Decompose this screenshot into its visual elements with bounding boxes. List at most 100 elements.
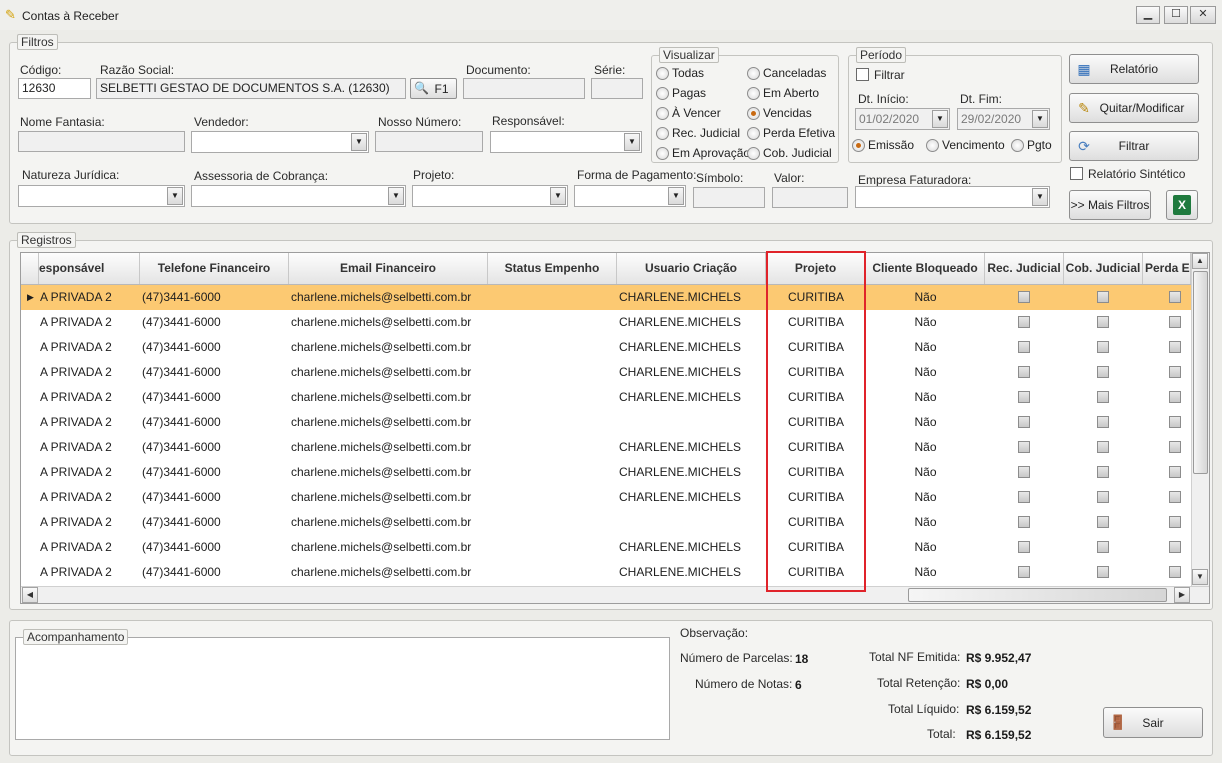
scroll-right-icon[interactable]: ▶ [1174,587,1190,603]
row-checkbox-rec-judicial[interactable] [1018,516,1030,528]
chevron-down-icon[interactable]: ▼ [1032,110,1048,128]
row-checkbox-perda-efetiva[interactable] [1169,291,1181,303]
valor-input[interactable] [772,187,848,208]
chevron-down-icon[interactable]: ▼ [167,187,183,205]
row-checkbox-rec-judicial[interactable] [1018,316,1030,328]
scroll-up-icon[interactable]: ▲ [1192,253,1208,269]
row-checkbox-rec-judicial[interactable] [1018,491,1030,503]
radio-vencimento[interactable]: Vencimento [926,138,1005,152]
row-checkbox-perda-efetiva[interactable] [1169,541,1181,553]
horizontal-scrollbar[interactable]: ◀ ▶ [21,586,1209,603]
radio-todas[interactable]: Todas [656,66,704,80]
col-cob-judicial[interactable]: Cob. Judicial [1064,253,1143,284]
row-checkbox-rec-judicial[interactable] [1018,541,1030,553]
radio-pagas[interactable]: Pagas [656,86,706,100]
razao-social-input[interactable]: SELBETTI GESTAO DE DOCUMENTOS S.A. (1263… [96,78,406,99]
maximize-button[interactable]: ☐ [1164,6,1188,24]
sair-button[interactable]: 🚪 Sair [1103,707,1203,738]
col-usuario-criacao[interactable]: Usuario Criação [617,253,766,284]
codigo-input[interactable]: 12630 [18,78,91,99]
table-row[interactable]: A PRIVADA 2 (47)3441-6000 charlene.michels… [21,460,1191,485]
row-checkbox-perda-efetiva[interactable] [1169,441,1181,453]
col-cliente-bloqueado[interactable]: Cliente Bloqueado [866,253,985,284]
radio-pgto[interactable]: Pgto [1011,138,1052,152]
serie-input[interactable] [591,78,643,99]
col-telefone[interactable]: Telefone Financeiro [140,253,289,284]
relatorio-button[interactable]: ▦ Relatório [1069,54,1199,84]
col-email[interactable]: Email Financeiro [289,253,488,284]
row-checkbox-cob-judicial[interactable] [1097,491,1109,503]
acompanhamento-textarea[interactable] [15,637,670,740]
table-row[interactable]: ▶ A PRIVADA 2 (47)3441-6000 charlene.michel… [21,285,1191,310]
nome-fantasia-input[interactable] [18,131,185,152]
row-checkbox-perda-efetiva[interactable] [1169,416,1181,428]
radio-a-vencer[interactable]: À Vencer [656,106,721,120]
row-checkbox-perda-efetiva[interactable] [1169,341,1181,353]
row-checkbox-perda-efetiva[interactable] [1169,391,1181,403]
row-checkbox-rec-judicial[interactable] [1018,366,1030,378]
col-responsavel[interactable]: esponsável [39,253,140,284]
vertical-scrollbar[interactable]: ▲ ▼ [1191,253,1209,587]
radio-em-aberto[interactable]: Em Aberto [747,86,819,100]
dt-fim-picker[interactable]: 29/02/2020 ▼ [957,108,1050,130]
row-checkbox-rec-judicial[interactable] [1018,441,1030,453]
row-checkbox-cob-judicial[interactable] [1097,316,1109,328]
row-checkbox-perda-efetiva[interactable] [1169,516,1181,528]
assessoria-select[interactable]: ▼ [191,185,406,207]
row-checkbox-cob-judicial[interactable] [1097,441,1109,453]
col-status-empenho[interactable]: Status Empenho [488,253,617,284]
col-perda-efetiva[interactable]: Perda Ef [1143,253,1191,284]
row-checkbox-rec-judicial[interactable] [1018,416,1030,428]
row-checkbox-rec-judicial[interactable] [1018,341,1030,353]
scroll-thumb[interactable] [1193,271,1208,474]
row-checkbox-cob-judicial[interactable] [1097,416,1109,428]
radio-emissao[interactable]: Emissão [852,138,914,152]
dt-inicio-picker[interactable]: 01/02/2020 ▼ [855,108,950,130]
row-checkbox-rec-judicial[interactable] [1018,391,1030,403]
projeto-select[interactable]: ▼ [412,185,568,207]
radio-em-aprovacao[interactable]: Em Aprovação [656,146,750,160]
nosso-numero-input[interactable] [375,131,483,152]
row-checkbox-perda-efetiva[interactable] [1169,491,1181,503]
col-rec-judicial[interactable]: Rec. Judicial [985,253,1064,284]
chevron-down-icon[interactable]: ▼ [351,133,367,151]
chevron-down-icon[interactable]: ▼ [624,133,640,151]
hscroll-thumb[interactable] [908,588,1167,602]
row-checkbox-perda-efetiva[interactable] [1169,316,1181,328]
table-row[interactable]: A PRIVADA 2 (47)3441-6000 charlene.michels… [21,335,1191,360]
table-row[interactable]: A PRIVADA 2 (47)3441-6000 charlene.michels… [21,560,1191,585]
table-row[interactable]: A PRIVADA 2 (47)3441-6000 charlene.michels… [21,535,1191,560]
row-checkbox-cob-judicial[interactable] [1097,391,1109,403]
row-checkbox-rec-judicial[interactable] [1018,291,1030,303]
scroll-left-icon[interactable]: ◀ [22,587,38,603]
row-checkbox-cob-judicial[interactable] [1097,541,1109,553]
radio-perda-efetiva[interactable]: Perda Efetiva [747,126,835,140]
chevron-down-icon[interactable]: ▼ [668,187,684,205]
table-row[interactable]: A PRIVADA 2 (47)3441-6000 charlene.michels… [21,410,1191,435]
row-checkbox-cob-judicial[interactable] [1097,341,1109,353]
row-checkbox-cob-judicial[interactable] [1097,566,1109,578]
row-checkbox-rec-judicial[interactable] [1018,566,1030,578]
export-excel-button[interactable]: X [1166,190,1198,220]
row-checkbox-cob-judicial[interactable] [1097,291,1109,303]
chevron-down-icon[interactable]: ▼ [1032,188,1048,206]
filtrar-periodo-checkbox[interactable] [856,68,869,81]
radio-rec-judicial[interactable]: Rec. Judicial [656,126,740,140]
minimize-button[interactable]: ▁ [1136,6,1160,24]
table-row[interactable]: A PRIVADA 2 (47)3441-6000 charlene.michels… [21,510,1191,535]
natureza-juridica-select[interactable]: ▼ [18,185,185,207]
radio-cob-judicial[interactable]: Cob. Judicial [747,146,832,160]
row-checkbox-cob-judicial[interactable] [1097,466,1109,478]
table-row[interactable]: A PRIVADA 2 (47)3441-6000 charlene.michels… [21,485,1191,510]
row-checkbox-cob-judicial[interactable] [1097,366,1109,378]
filtrar-button[interactable]: ⟳ Filtrar [1069,131,1199,161]
forma-pagamento-select[interactable]: ▼ [574,185,686,207]
quitar-modificar-button[interactable]: ✎ Quitar/Modificar [1069,93,1199,123]
simbolo-input[interactable] [693,187,765,208]
empresa-faturadora-select[interactable]: ▼ [855,186,1050,208]
row-checkbox-rec-judicial[interactable] [1018,466,1030,478]
radio-canceladas[interactable]: Canceladas [747,66,826,80]
table-row[interactable]: A PRIVADA 2 (47)3441-6000 charlene.michels… [21,385,1191,410]
chevron-down-icon[interactable]: ▼ [388,187,404,205]
row-checkbox-perda-efetiva[interactable] [1169,366,1181,378]
